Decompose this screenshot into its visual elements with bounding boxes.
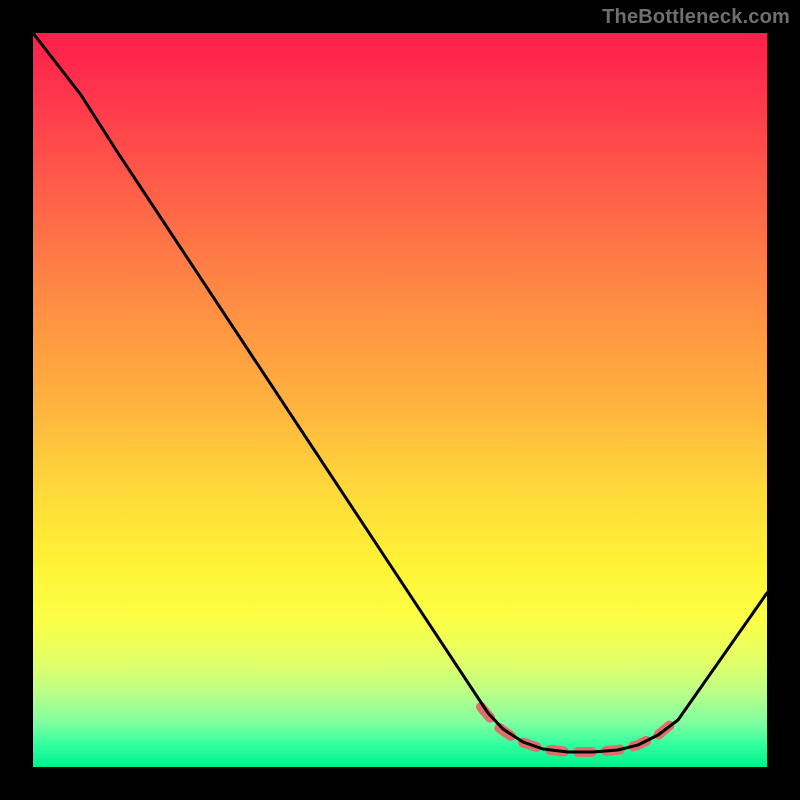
plot-area <box>33 33 767 767</box>
watermark-text: TheBottleneck.com <box>602 6 790 29</box>
bottleneck-curve <box>33 33 767 752</box>
curve-layer <box>33 33 767 767</box>
optimal-range-marker <box>481 707 675 752</box>
chart-frame: TheBottleneck.com <box>0 0 800 800</box>
